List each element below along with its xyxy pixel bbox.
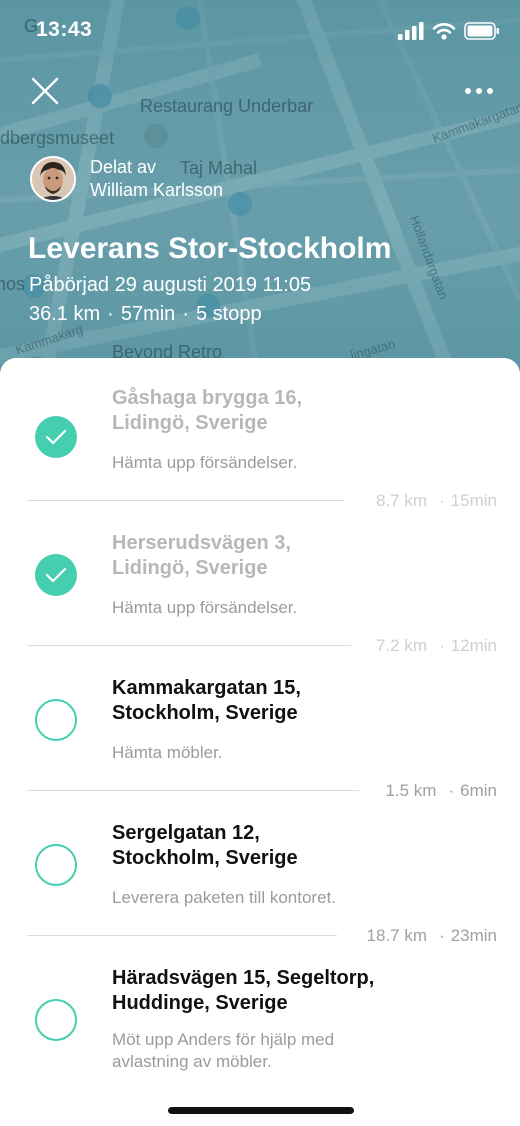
leg-info: 1.5 km · 6min	[385, 781, 497, 801]
stop-checkbox[interactable]	[35, 999, 77, 1041]
stop-checkbox-checked[interactable]	[35, 554, 77, 596]
stat-separator: ·	[182, 303, 189, 325]
divider	[27, 935, 337, 936]
leg-distance: 18.7 km	[366, 926, 428, 945]
home-indicator[interactable]	[168, 1107, 354, 1114]
stop-note: Hämta upp försändelser.	[112, 598, 298, 617]
avatar-portrait	[32, 158, 74, 200]
stop-address-line2: Lidingö, Sverige	[112, 412, 268, 434]
stop-address: Häradsvägen 15, Segeltorp, Huddinge, Sve…	[112, 966, 492, 1016]
route-stop-count: 5 stopp	[195, 303, 262, 325]
more-horizontal-icon	[465, 88, 493, 94]
map-label: Restaurang Underbar	[140, 96, 314, 116]
stop-address-line1: Kammakargatan 15,	[112, 677, 301, 699]
status-time: 13:43	[36, 18, 93, 41]
stop-address-line2: Huddinge, Sverige	[112, 992, 288, 1014]
leg-separator-dot: ·	[439, 926, 445, 945]
route-distance: 36.1 km	[29, 303, 101, 325]
stop-checkbox[interactable]	[35, 844, 77, 886]
leg-separator-dot: ·	[439, 491, 445, 510]
stop-address-line2: Lidingö, Sverige	[112, 557, 268, 579]
leg-separator: 7.2 km · 12min	[27, 636, 497, 656]
leg-separator: 1.5 km · 6min	[27, 781, 497, 801]
close-button[interactable]	[28, 74, 62, 108]
stop-address-line2: Stockholm, Sverige	[112, 702, 298, 724]
leg-separator-dot: ·	[439, 636, 445, 655]
leg-separator-dot: ·	[448, 781, 455, 800]
route-stats: 36.1 km · 57min · 5 stopp	[29, 303, 262, 326]
stop-checkbox[interactable]	[35, 699, 77, 741]
stat-separator: ·	[107, 303, 114, 325]
stop-note: Hämta möbler.	[112, 743, 223, 762]
shared-by-name: William Karlsson	[90, 180, 224, 200]
stop-address: Kammakargatan 15, Stockholm, Sverige	[112, 676, 492, 726]
stop-note: Hämta upp försändelser.	[112, 453, 298, 472]
stop-address-line2: Stockholm, Sverige	[112, 847, 298, 869]
status-bar: 13:43	[0, 0, 520, 64]
stop-address-line1: Sergelgatan 12,	[112, 822, 260, 844]
shared-by: Delat av William Karlsson	[30, 156, 223, 202]
leg-time: 23min	[450, 926, 497, 945]
leg-separator: 8.7 km · 15min	[27, 491, 497, 511]
stop-note-line1: Möt upp Anders för hjälp med	[112, 1030, 335, 1049]
checkmark-icon	[45, 567, 67, 583]
divider	[27, 645, 351, 646]
list-item[interactable]: Häradsvägen 15, Segeltorp, Huddinge, Sve…	[0, 966, 520, 1106]
checkmark-icon	[45, 429, 67, 445]
leg-distance: 1.5 km	[385, 781, 437, 800]
page-title: Leverans Stor-Stockholm	[28, 232, 392, 265]
route-duration: 57min	[120, 303, 176, 325]
leg-time: 12min	[450, 636, 497, 655]
stop-address: Gåshaga brygga 16, Lidingö, Sverige	[112, 386, 492, 436]
stop-address: Herserudsvägen 3, Lidingö, Sverige	[112, 531, 492, 581]
wifi-icon	[432, 23, 456, 40]
stop-note-line2: avlastning av möbler.	[112, 1052, 272, 1071]
close-icon	[31, 77, 59, 105]
stop-address-line1: Herserudsvägen 3,	[112, 532, 291, 554]
stop-address-line1: Häradsvägen 15, Segeltorp,	[112, 967, 375, 989]
leg-info: 8.7 km · 15min	[376, 491, 497, 511]
cellular-signal-icon	[398, 22, 424, 40]
stop-checkbox-checked[interactable]	[35, 416, 77, 458]
shared-by-label: Delat av	[90, 157, 157, 177]
list-item[interactable]: Herserudsvägen 3, Lidingö, Sverige Hämta…	[0, 531, 520, 651]
leg-separator: 18.7 km · 23min	[27, 926, 497, 946]
route-start-time: Påbörjad 29 augusti 2019 11:05	[29, 274, 312, 296]
battery-icon	[464, 22, 499, 40]
leg-distance: 8.7 km	[375, 491, 428, 510]
stop-address: Sergelgatan 12, Stockholm, Sverige	[112, 821, 492, 871]
list-item[interactable]: Sergelgatan 12, Stockholm, Sverige Lever…	[0, 821, 520, 941]
leg-time: 15min	[450, 491, 497, 510]
list-item[interactable]: Gåshaga brygga 16, Lidingö, Sverige Hämt…	[0, 386, 520, 506]
avatar[interactable]	[30, 156, 76, 202]
map-label: hos	[0, 274, 26, 294]
divider	[27, 790, 359, 791]
leg-time: 6min	[460, 781, 497, 800]
divider	[27, 500, 345, 501]
more-options-button[interactable]	[462, 80, 496, 102]
stops-sheet[interactable]: Gåshaga brygga 16, Lidingö, Sverige Hämt…	[0, 358, 520, 1126]
list-item[interactable]: Kammakargatan 15, Stockholm, Sverige Häm…	[0, 676, 520, 796]
stop-note: Leverera paketen till kontoret.	[112, 888, 336, 907]
stop-note: Möt upp Anders för hjälp med avlastning …	[112, 1029, 492, 1073]
map-label: dbergsmuseet	[0, 128, 115, 148]
leg-info: 18.7 km · 23min	[367, 926, 497, 946]
stop-address-line1: Gåshaga brygga 16,	[112, 387, 303, 409]
leg-distance: 7.2 km	[375, 636, 428, 655]
leg-info: 7.2 km · 12min	[376, 636, 497, 656]
